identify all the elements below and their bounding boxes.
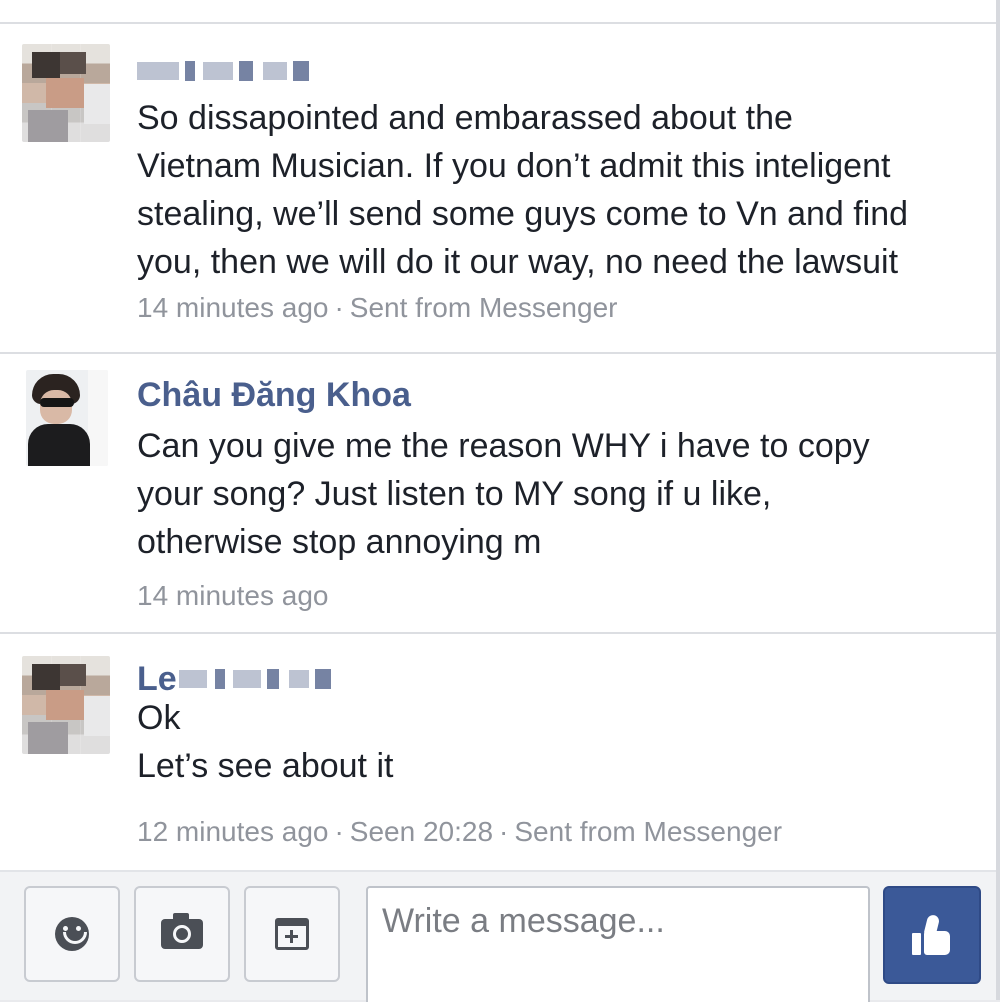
sticker-button[interactable] [244,886,340,982]
message-meta: 14 minutes ago [137,580,328,612]
camera-button[interactable] [134,886,230,982]
message-time[interactable]: 12 minutes ago [137,816,328,847]
message-input[interactable] [366,886,870,1002]
camera-icon [161,913,203,949]
message-line: So dissapointed and embarassed about the [137,99,793,137]
meta-separator: · [499,816,509,847]
message-time[interactable]: 14 minutes ago [137,580,328,611]
message-line: you, then we will do it our way, no need… [137,243,899,281]
message-line: stealing, we’ll send some guys come to V… [137,195,909,233]
message-text: So dissapointed and embarassed about the… [137,94,987,286]
message-text: Ok Let’s see about it [137,694,987,790]
emoji-button[interactable] [24,886,120,982]
seen-status: Seen 20:28 [349,816,494,847]
thumbs-up-icon [912,913,952,955]
avatar[interactable] [22,656,110,754]
meta-separator: · [334,292,344,323]
emoji-icon [55,917,89,951]
message-line: Vietnam Musician. If you don’t admit thi… [137,147,891,185]
message-composer [0,870,996,1002]
avatar[interactable] [22,44,110,142]
messenger-thread-window: So dissapointed and embarassed about the… [0,0,1000,1002]
like-button[interactable] [883,886,981,984]
avatar[interactable] [26,370,108,466]
message-line: Let’s see about it [137,747,394,785]
message-line: otherwise stop annoying m [137,523,542,561]
message-meta: 14 minutes ago · Sent from Messenger [137,292,617,324]
message-source: Sent from Messenger [514,816,783,847]
message-source: Sent from Messenger [349,292,618,323]
message-line: Can you give me the reason WHY i have to… [137,427,870,465]
sender-name-redacted[interactable] [137,56,309,86]
sender-name-visible: Le [137,659,177,698]
sender-name[interactable]: Châu Đăng Khoa [137,376,411,415]
message-item: Le Ok Let’s see about it 12 minutes ago ·… [0,634,996,869]
message-text: Can you give me the reason WHY i have to… [137,422,987,566]
meta-separator: · [334,816,344,847]
message-time[interactable]: 14 minutes ago [137,292,328,323]
message-item: Châu Đăng Khoa Can you give me the reaso… [0,354,996,634]
sender-name-redacted[interactable]: Le [137,660,331,698]
message-item: So dissapointed and embarassed about the… [0,24,996,354]
message-line: your song? Just listen to MY song if u l… [137,475,772,513]
sticker-icon [275,918,309,950]
message-meta: 12 minutes ago · Seen 20:28 · Sent from Mess… [137,816,782,848]
message-thread: So dissapointed and embarassed about the… [0,24,996,869]
message-line: Ok [137,699,181,737]
